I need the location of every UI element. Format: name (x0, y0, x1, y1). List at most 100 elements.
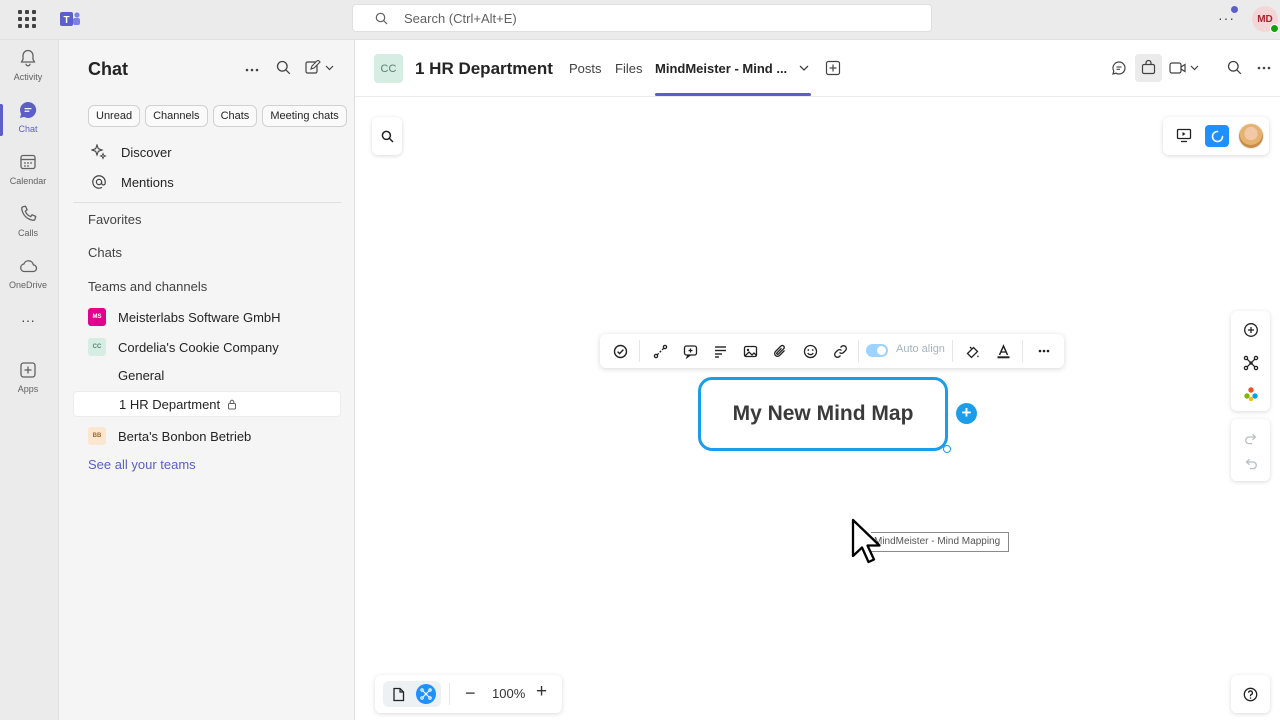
canvas-search-button[interactable] (372, 117, 402, 155)
undo-icon[interactable] (1242, 454, 1260, 472)
auto-align-label: Auto align (896, 343, 945, 355)
add-topic-icon[interactable] (1242, 321, 1260, 339)
mouse-cursor-icon (851, 518, 881, 564)
team-name: Cordelia's Cookie Company (118, 339, 279, 355)
auto-align-toggle[interactable] (866, 344, 888, 357)
zoom-in-button[interactable]: + (536, 681, 547, 703)
tab-posts[interactable]: Posts (569, 61, 602, 76)
notification-dot (1231, 6, 1238, 13)
favorites-section[interactable]: Favorites (88, 212, 141, 227)
private-lock-icon (228, 399, 237, 409)
help-button[interactable] (1231, 675, 1270, 713)
right-toolbar (1231, 311, 1270, 411)
collaboration-panel (1163, 117, 1269, 155)
see-all-teams-link[interactable]: See all your teams (88, 457, 196, 472)
present-icon[interactable] (1176, 128, 1192, 143)
channel-item-general[interactable]: General (73, 362, 341, 388)
help-icon (1243, 687, 1258, 701)
redo-icon[interactable] (1242, 429, 1260, 447)
search-icon[interactable] (1227, 60, 1242, 75)
new-chat-icon[interactable] (305, 60, 335, 75)
rail-chat[interactable]: Chat (0, 100, 56, 150)
rail-calendar[interactable]: Calendar (0, 152, 56, 202)
toolbar-divider (952, 340, 953, 362)
channel-item-hr-department[interactable]: 1 HR Department (73, 391, 341, 417)
teams-and-channels-section[interactable]: Teams and channels (88, 279, 207, 294)
more-options-icon[interactable] (1035, 342, 1053, 360)
task-icon[interactable] (611, 342, 629, 360)
filter-meeting-chats[interactable]: Meeting chats (262, 105, 347, 127)
svg-text:T: T (63, 15, 69, 26)
outline-view-icon[interactable] (388, 684, 408, 704)
mindmap-layout-icon[interactable] (1242, 354, 1260, 372)
view-mode-toggle[interactable] (383, 681, 441, 707)
mindmap-view-icon[interactable] (416, 684, 436, 704)
chats-section[interactable]: Chats (88, 245, 122, 260)
bell-icon (20, 49, 36, 67)
emoji-icon[interactable] (801, 342, 819, 360)
add-child-topic-button[interactable]: + (956, 403, 977, 424)
conversation-icon[interactable] (1111, 60, 1127, 76)
collaborator-avatar[interactable] (1238, 123, 1264, 149)
more-options-icon[interactable] (245, 68, 259, 72)
theme-palette-icon[interactable] (1242, 385, 1260, 403)
tab-files[interactable]: Files (615, 61, 642, 76)
fill-color-icon[interactable] (964, 342, 982, 360)
note-icon[interactable] (711, 342, 729, 360)
zoom-level: 100% (492, 686, 526, 701)
user-avatar[interactable]: MD (1252, 6, 1279, 33)
rail-apps[interactable]: Apps (0, 360, 56, 410)
root-topic-node[interactable]: My New Mind Map (698, 377, 951, 453)
rail-chat-label: Chat (18, 124, 38, 134)
search-placeholder: Search (Ctrl+Alt+E) (404, 10, 517, 26)
resize-handle[interactable] (943, 445, 951, 453)
meeting-room-button[interactable] (1135, 54, 1162, 82)
panel-title: Chat (88, 59, 128, 79)
rail-calls[interactable]: Calls (0, 204, 56, 254)
search-icon (381, 130, 394, 143)
text-color-icon[interactable] (994, 342, 1012, 360)
team-item-cordelia[interactable]: CC Cordelia's Cookie Company (73, 333, 341, 361)
zoom-out-button[interactable]: − (465, 683, 476, 704)
dragged-tab-label: MindMeister - Mind Mapping (871, 532, 1009, 552)
active-tab-indicator (655, 93, 811, 96)
discover-item[interactable]: Discover (73, 139, 341, 165)
rail-calls-label: Calls (17, 228, 38, 238)
chevron-down-icon[interactable] (799, 65, 809, 72)
team-name: Berta's Bonbon Betrieb (118, 428, 252, 444)
rail-more[interactable]: ··· (0, 312, 56, 362)
mentions-label: Mentions (121, 174, 174, 190)
main-area: CC 1 HR Department Posts Files MindMeist… (355, 40, 1280, 720)
tab-mindmeister[interactable]: MindMeister - Mind ... (655, 61, 787, 76)
team-item-berta[interactable]: BB Berta's Bonbon Betrieb (73, 422, 341, 450)
app-launcher-icon[interactable] (18, 10, 36, 28)
attachment-icon[interactable] (771, 342, 789, 360)
divider (73, 202, 341, 203)
filter-unread[interactable]: Unread (88, 105, 141, 127)
video-meet-icon[interactable] (1169, 60, 1199, 76)
rail-activity[interactable]: Activity (0, 48, 56, 98)
image-icon[interactable] (741, 342, 759, 360)
global-search-input[interactable]: Search (Ctrl+Alt+E) (352, 4, 932, 32)
mindmap-canvas[interactable]: Auto align My New Mind Map + MindMeister… (355, 97, 1280, 720)
team-avatar: CC (88, 338, 106, 356)
sync-button[interactable] (1205, 125, 1229, 147)
root-topic-text: My New Mind Map (732, 402, 914, 425)
link-icon[interactable] (831, 342, 849, 360)
node-toolbar: Auto align (600, 334, 1064, 368)
mentions-item[interactable]: Mentions (73, 169, 341, 195)
rail-onedrive-label: OneDrive (8, 280, 47, 290)
filter-chats[interactable]: Chats (212, 105, 258, 127)
chat-list-panel: Chat Unread Channels Chats Meeting chats… (59, 40, 355, 720)
search-icon[interactable] (276, 60, 291, 75)
team-item-meisterlabs[interactable]: MS Meisterlabs Software GmbH (73, 303, 341, 331)
filter-channels[interactable]: Channels (145, 105, 208, 127)
add-tab-icon[interactable] (825, 60, 841, 76)
rail-onedrive[interactable]: OneDrive (0, 256, 56, 306)
comment-icon[interactable] (681, 342, 699, 360)
cloud-icon (20, 260, 38, 273)
user-initials: MD (1257, 13, 1273, 25)
rail-apps-label: Apps (17, 384, 39, 394)
more-options-icon[interactable] (1257, 66, 1271, 70)
connection-icon[interactable] (651, 342, 669, 360)
